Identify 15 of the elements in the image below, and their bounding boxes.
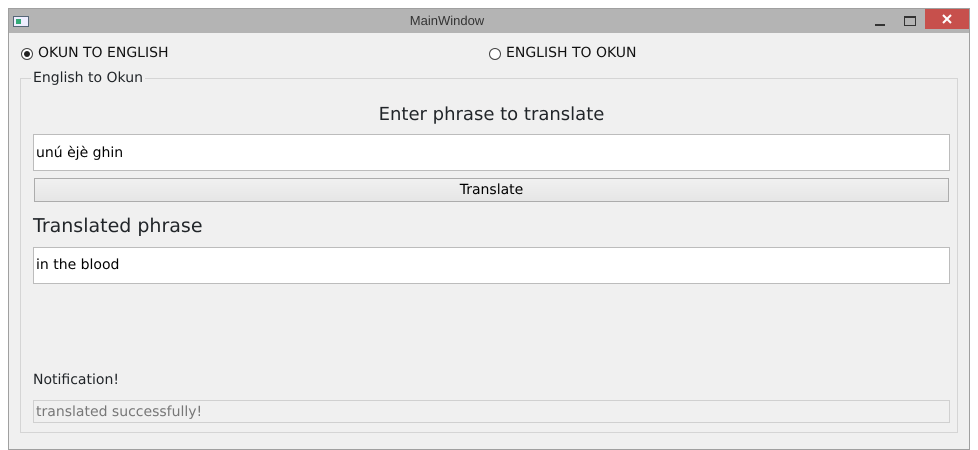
prompt-label: Enter phrase to translate: [378, 103, 606, 127]
input-field[interactable]: unú èjè ghin: [33, 134, 950, 171]
group-title: English to Okun: [31, 70, 145, 87]
close-icon: [942, 14, 952, 24]
translate-button[interactable]: Translate: [34, 178, 949, 202]
window-icon: [13, 16, 29, 26]
window-title: MainWindow: [408, 12, 486, 30]
notification-label: Notification!: [33, 370, 120, 390]
radio-option[interactable]: ENGLISH TO OKUN: [489, 43, 957, 64]
maximize-icon: [904, 16, 916, 26]
result-label: Translated phrase: [33, 214, 204, 239]
close-button[interactable]: [925, 9, 969, 29]
radio-option[interactable]: OKUN TO ENGLISH: [21, 43, 489, 64]
result-field[interactable]: in the blood: [33, 246, 950, 284]
minimize-icon: [875, 24, 885, 26]
